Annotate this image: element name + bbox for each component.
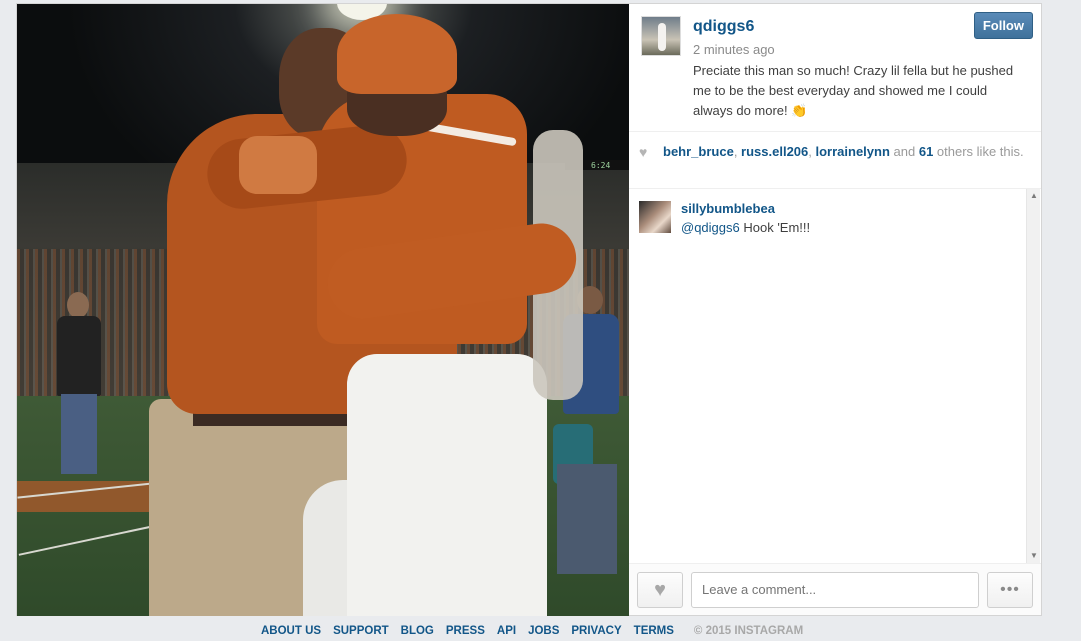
post-timestamp[interactable]: 2 minutes ago [693,42,1029,57]
list-item: sillybumblebea @qdiggs6 Hook 'Em!!! [639,201,1021,235]
likes-text: behr_bruce, russ.ell206, lorrainelynn an… [663,144,1024,159]
footer-link-jobs[interactable]: JOBS [528,625,559,637]
commenter-avatar[interactable] [639,201,671,233]
post-modal: 6:24 qdiggs6 2 minutes ago Preciate this… [16,3,1042,616]
footer-link-terms[interactable]: TERMS [634,625,674,637]
footer-link-about[interactable]: ABOUT US [261,625,321,637]
coach-belt [193,412,353,426]
comment-bar: ♥ ••• [629,563,1041,615]
heart-icon: ♥ [639,144,648,160]
site-footer: ABOUT US SUPPORT BLOG PRESS API JOBS PRI… [261,625,803,637]
liker-link[interactable]: lorrainelynn [816,144,890,159]
likes-count[interactable]: 61 [919,144,933,159]
comments-list[interactable]: sillybumblebea @qdiggs6 Hook 'Em!!! ▲ ▼ [629,189,1041,563]
post-side-panel: qdiggs6 2 minutes ago Preciate this man … [629,4,1041,615]
like-button[interactable]: ♥ [637,571,683,608]
post-photo[interactable]: 6:24 [17,4,629,616]
heart-icon: ♥ [654,578,666,601]
comments-scrollbar[interactable]: ▲ ▼ [1026,189,1040,563]
post-header: qdiggs6 2 minutes ago Preciate this man … [629,4,1041,132]
liker-link[interactable]: russ.ell206 [741,144,808,159]
comment-input[interactable] [691,571,979,608]
scoreboard-text: 6:24 [591,161,611,170]
scroll-up-icon[interactable]: ▲ [1027,189,1041,203]
copyright: © 2015 INSTAGRAM [693,625,804,637]
footer-link-press[interactable]: PRESS [446,625,485,637]
player-hat [337,14,457,94]
post-caption: Preciate this man so much! Crazy lil fel… [693,63,1014,118]
follow-button[interactable]: Follow [973,12,1033,39]
footer-link-support[interactable]: SUPPORT [333,625,389,637]
liker-link[interactable]: behr_bruce [663,144,734,159]
likes-section: ♥ behr_bruce, russ.ell206, lorrainelynn … [629,132,1041,189]
more-options-button[interactable]: ••• [987,571,1033,608]
cameraman [49,286,105,486]
arm-pads [239,136,317,194]
comment-text: @qdiggs6 Hook 'Em!!! [681,220,811,235]
comment-body: sillybumblebea @qdiggs6 Hook 'Em!!! [681,201,810,235]
commenter-username[interactable]: sillybumblebea [681,201,810,216]
footer-link-api[interactable]: API [497,625,516,637]
ellipsis-icon: ••• [1000,580,1020,598]
footer-link-privacy[interactable]: PRIVACY [571,625,621,637]
owner-avatar[interactable] [641,16,681,56]
comment-mention[interactable]: @qdiggs6 [681,220,740,235]
footer-link-blog[interactable]: BLOG [401,625,434,637]
player-pants [347,354,547,616]
scroll-down-icon[interactable]: ▼ [1027,549,1041,563]
